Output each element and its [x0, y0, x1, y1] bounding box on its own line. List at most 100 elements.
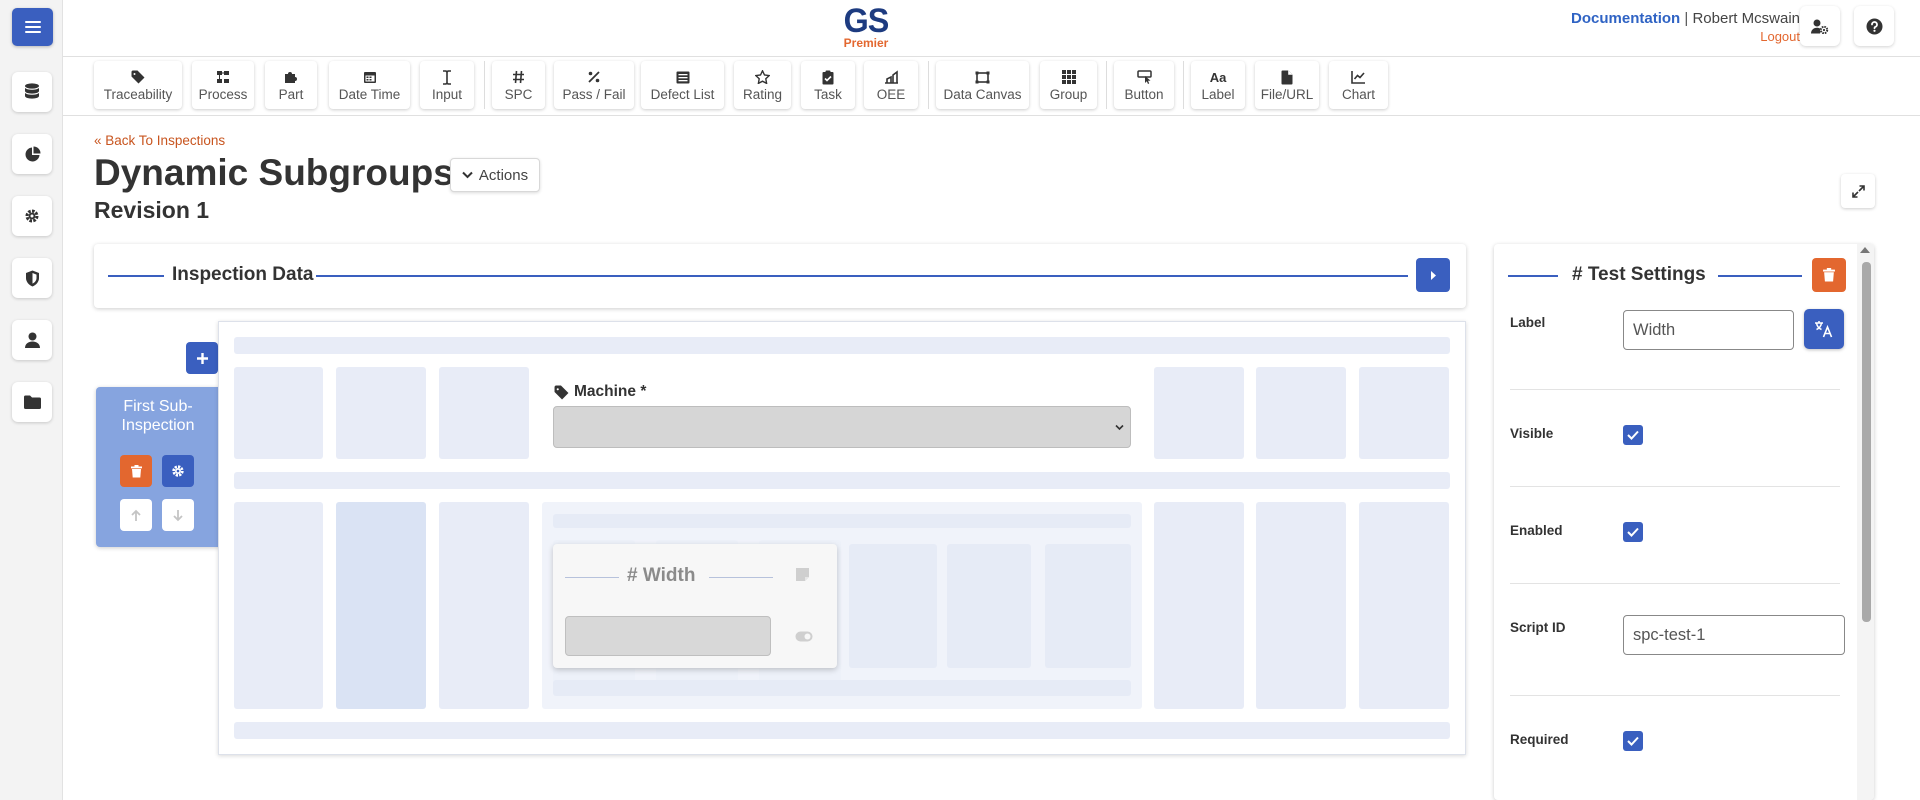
subgroup-settings-button[interactable] — [162, 455, 194, 487]
translate-button[interactable] — [1804, 309, 1844, 349]
toggle-icon[interactable] — [795, 631, 813, 642]
back-to-inspections-link[interactable]: « Back To Inspections — [94, 133, 225, 148]
label-input[interactable] — [1623, 310, 1794, 350]
delete-test-button[interactable] — [1812, 258, 1846, 292]
toolbar-label-button[interactable]: Aa Label — [1191, 61, 1245, 109]
star-icon — [755, 70, 770, 84]
check-icon — [1627, 527, 1639, 537]
toolbar-label: Defect List — [650, 86, 715, 102]
scrollbar-thumb[interactable] — [1862, 262, 1871, 622]
toolbar-chart-button[interactable]: Chart — [1329, 61, 1388, 109]
drop-zone-cell[interactable] — [439, 502, 529, 709]
left-sidebar — [0, 0, 63, 800]
drop-zone-row[interactable] — [553, 680, 1131, 696]
required-checkbox[interactable] — [1623, 731, 1643, 751]
toolbar-group-button[interactable]: Group — [1040, 61, 1097, 109]
toolbar-oee-button[interactable]: OEE — [864, 61, 918, 109]
toolbar-traceability-button[interactable]: Traceability — [94, 61, 182, 109]
toolbar-task-button[interactable]: Task — [801, 61, 855, 109]
drop-zone-cell[interactable] — [439, 367, 529, 459]
question-circle-icon — [1866, 18, 1882, 34]
toolbar-defect-list-button[interactable]: Defect List — [641, 61, 724, 109]
add-subgroup-button[interactable] — [186, 342, 218, 374]
toolbar-label: SPC — [504, 86, 533, 102]
actions-dropdown-button[interactable]: Actions — [450, 158, 540, 192]
sidebar-files-button[interactable] — [12, 382, 52, 422]
drop-zone-cell[interactable] — [1154, 502, 1244, 709]
drop-zone-cell-highlighted[interactable] — [336, 502, 426, 709]
logout-link[interactable]: Logout — [1571, 29, 1800, 44]
settings-divider — [1510, 583, 1840, 584]
translate-icon — [1815, 321, 1833, 338]
collapse-panel-button[interactable] — [1416, 258, 1450, 292]
sidebar-database-button[interactable] — [12, 72, 52, 112]
drop-zone-row[interactable] — [553, 514, 1131, 528]
toolbar-divider — [484, 61, 485, 109]
shield-icon — [25, 270, 39, 286]
percent-icon — [588, 71, 600, 83]
arrow-up-icon — [131, 509, 141, 521]
delete-subgroup-button[interactable] — [120, 455, 152, 487]
drop-zone-cell[interactable] — [1256, 502, 1346, 709]
pie-chart-icon — [25, 146, 40, 161]
drop-zone-cell[interactable] — [1359, 367, 1449, 459]
drop-zone-cell[interactable] — [1256, 367, 1346, 459]
visible-checkbox[interactable] — [1623, 425, 1643, 445]
sidebar-security-button[interactable] — [12, 258, 52, 298]
drop-zone-row[interactable] — [234, 472, 1450, 489]
logo-main-text: GS — [843, 2, 890, 40]
subgroup-title: First Sub-Inspection — [121, 398, 195, 434]
drop-zone-cell[interactable] — [849, 544, 937, 668]
user-settings-button[interactable] — [1800, 6, 1840, 46]
toolbar-process-button[interactable]: Process — [192, 61, 254, 109]
drop-zone-cell[interactable] — [947, 544, 1031, 668]
script-id-label: Script ID — [1510, 620, 1566, 635]
settings-divider — [1510, 389, 1840, 390]
toolbar-date-time-button[interactable]: Date Time — [329, 61, 410, 109]
drop-zone-cell[interactable] — [1045, 544, 1131, 668]
subgroup-card[interactable]: First Sub-Inspection — [96, 387, 220, 547]
hash-icon — [513, 70, 524, 84]
enabled-checkbox[interactable] — [1623, 522, 1643, 542]
width-value-input[interactable] — [565, 616, 771, 656]
expand-button[interactable] — [1841, 174, 1875, 208]
drop-zone-cell[interactable] — [234, 502, 323, 709]
documentation-link[interactable]: Documentation — [1571, 10, 1680, 27]
process-icon — [217, 71, 229, 83]
section-divider-line — [1718, 275, 1802, 277]
drop-zone-cell[interactable] — [1359, 502, 1449, 709]
toolbar-file-url-button[interactable]: File/URL — [1255, 61, 1319, 109]
toolbar-rating-button[interactable]: Rating — [734, 61, 791, 109]
width-test-card[interactable]: # Width — [553, 544, 837, 668]
toolbar-spc-button[interactable]: SPC — [492, 61, 545, 109]
user-name: Robert Mcswain — [1692, 10, 1800, 27]
drop-zone-cell[interactable] — [234, 367, 323, 459]
label-field-label: Label — [1510, 315, 1546, 330]
drop-zone-cell[interactable] — [1154, 367, 1244, 459]
machine-label-text: Machine * — [574, 383, 647, 400]
toolbar-data-canvas-button[interactable]: Data Canvas — [936, 61, 1029, 109]
drop-zone-row[interactable] — [234, 722, 1450, 739]
toolbar-pass-fail-button[interactable]: Pass / Fail — [554, 61, 634, 109]
machine-select[interactable] — [553, 406, 1131, 448]
help-button[interactable] — [1854, 6, 1894, 46]
drop-zone-row[interactable] — [234, 337, 1450, 354]
check-icon — [1627, 430, 1639, 440]
sidebar-dashboard-button[interactable] — [12, 134, 52, 174]
drop-zone-cell[interactable] — [336, 367, 426, 459]
toolbar-input-button[interactable]: Input — [420, 61, 474, 109]
sidebar-settings-button[interactable] — [12, 196, 52, 236]
move-up-button[interactable] — [120, 499, 152, 531]
enabled-label: Enabled — [1510, 523, 1563, 538]
toolbar-part-button[interactable]: Part — [265, 61, 317, 109]
sidebar-users-button[interactable] — [12, 320, 52, 360]
folder-icon — [23, 395, 41, 409]
scroll-up-arrow[interactable] — [1860, 247, 1870, 253]
hamburger-menu-button[interactable] — [12, 8, 53, 46]
toolbar-button-button[interactable]: Button — [1114, 61, 1174, 109]
required-label: Required — [1510, 732, 1569, 747]
user-icon — [24, 332, 40, 348]
tag-icon — [554, 385, 569, 399]
move-down-button[interactable] — [162, 499, 194, 531]
script-id-input[interactable] — [1623, 615, 1845, 655]
